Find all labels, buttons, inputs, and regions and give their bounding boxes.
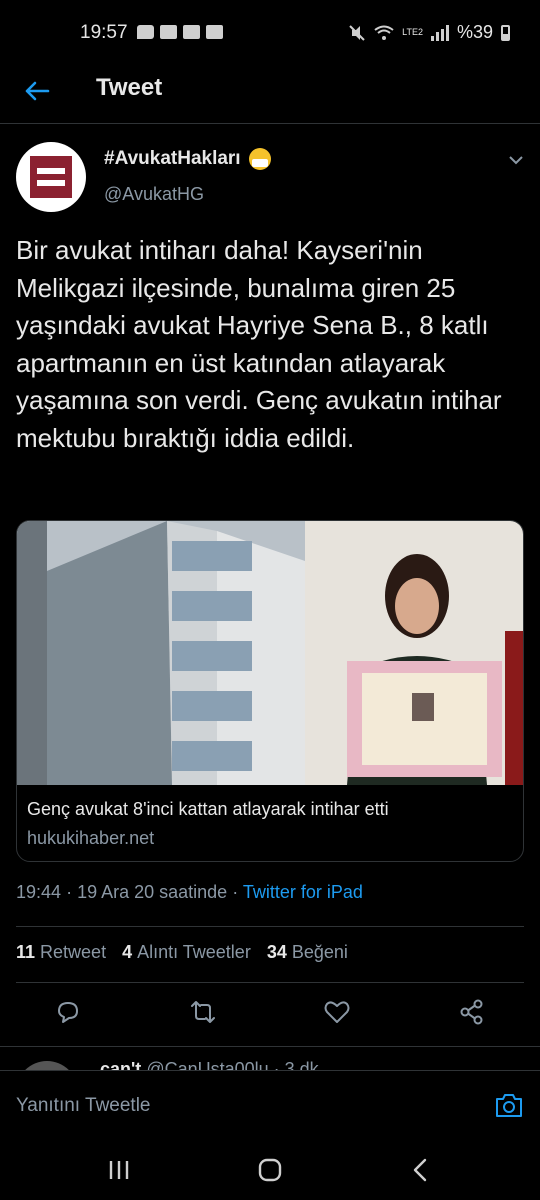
camera-icon[interactable] [494,1091,524,1119]
news-app-icon-2 [183,25,200,39]
gallery-icon [206,25,223,39]
tweet-time: 19:44 [16,882,62,902]
recent-apps-icon[interactable] [105,1156,133,1184]
status-bar: 19:57 LTE2 %39 [0,0,540,66]
divider [16,982,524,983]
author-avatar[interactable] [16,142,86,212]
chevron-down-icon[interactable] [508,152,524,168]
mute-icon [349,24,365,41]
back-arrow-icon[interactable] [22,76,52,106]
home-icon[interactable] [256,1156,284,1184]
next-reply[interactable]: can't @CanUsta00lu · 3 dk [0,1046,540,1070]
battery-icon [501,24,510,41]
author-handle[interactable]: @AvukatHG [104,184,204,205]
wifi-icon [374,25,394,40]
battery-percent: %39 [456,22,493,42]
system-nav-bar [0,1138,540,1200]
quotes-stat[interactable]: 4 Alıntı Tweetler [122,942,251,963]
mask-emoji-icon [248,148,271,170]
share-icon[interactable] [458,998,486,1026]
retweet-icon[interactable] [189,998,217,1026]
network-label: LTE2 [402,27,423,37]
tweet-source[interactable]: Twitter for iPad [243,882,363,902]
tweet-actions [0,998,540,1032]
status-indicators: LTE2 %39 [348,22,510,43]
card-image [17,521,523,785]
notification-icons [137,25,223,39]
equals-logo-icon [30,156,72,198]
tweet-date: 19 Ara 20 saatinde [77,882,228,902]
author-name[interactable]: #AvukatHakları [104,148,271,170]
news-app-icon [160,25,177,39]
back-icon[interactable] [407,1156,435,1184]
tweet-text: Bir avukat intiharı daha! Kayseri'nin Me… [16,235,502,453]
reply-input[interactable]: Yanıtını Tweetle [16,1095,151,1117]
card-domain: hukukihaber.net [27,828,155,848]
signal-icon [430,24,449,41]
author-name-text: #AvukatHakları [104,148,241,169]
retweets-stat[interactable]: 11 Retweet [16,942,106,963]
header: Tweet [0,66,540,124]
reply-author: can't @CanUsta00lu · 3 dk [100,1059,319,1070]
link-card[interactable]: Genç avukat 8'inci kattan atlayarak inti… [16,520,524,862]
card-title: Genç avukat 8'inci kattan atlayarak inti… [27,799,389,819]
status-time: 19:57 [80,22,128,43]
like-icon[interactable] [323,998,351,1026]
reply-icon[interactable] [54,998,82,1026]
likes-stat[interactable]: 34 Beğeni [267,942,348,963]
tweet-meta: 19:44 · 19 Ara 20 saatinde · Twitter for… [16,882,363,902]
reply-bar: Yanıtını Tweetle [0,1070,540,1138]
page-title: Tweet [96,74,163,101]
tweet-stats: 11 Retweet 4 Alıntı Tweetler 34 Beğeni [16,942,348,963]
reply-avatar [16,1061,78,1070]
divider [16,926,524,927]
message-icon [137,25,154,39]
